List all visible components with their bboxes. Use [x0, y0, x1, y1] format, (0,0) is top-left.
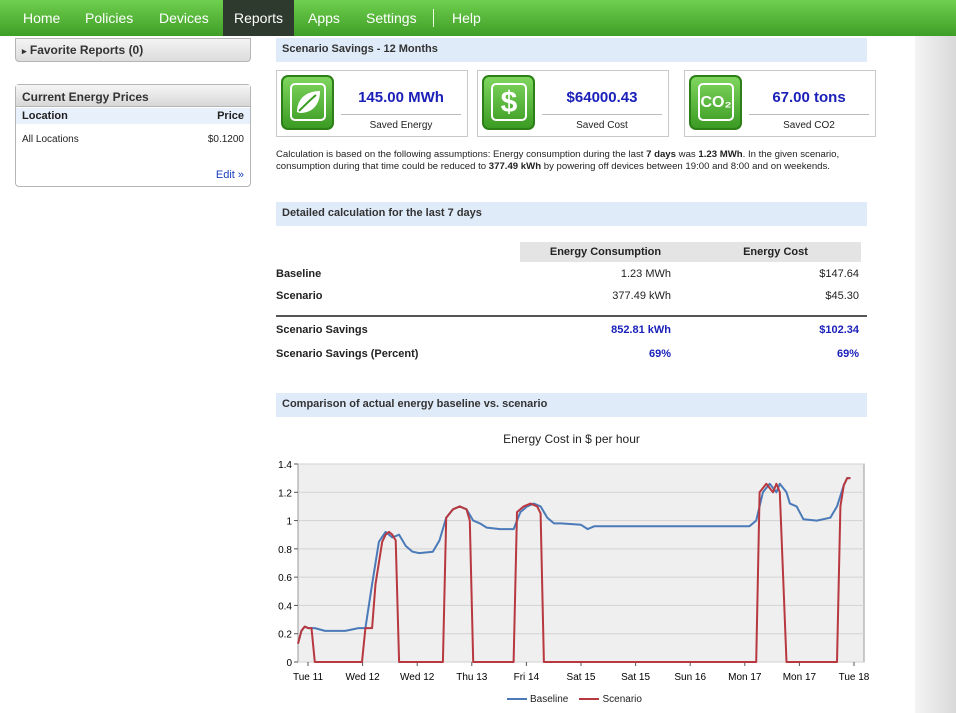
x-tick-label: Fri 14 [514, 672, 540, 683]
price-row: All Locations $0.1200 [16, 132, 250, 148]
savings-header: Scenario Savings - 12 Months [276, 38, 867, 62]
saved-energy-card: 145.00 MWh Saved Energy [276, 70, 468, 137]
y-tick-label: 0.8 [278, 545, 292, 556]
row-cost: $45.30 [825, 290, 859, 302]
co2-icon: CO₂ [689, 75, 742, 130]
y-tick-label: 0 [286, 658, 292, 669]
column-price: Price [217, 110, 244, 122]
y-tick-label: 1 [286, 517, 292, 528]
row-consumption: 1.23 MWh [620, 268, 671, 280]
y-tick-label: 1.2 [278, 488, 292, 499]
saved-cost-card: $ $64000.43 Saved Cost [477, 70, 669, 137]
x-tick-label: Tue 18 [839, 672, 870, 683]
price-location: All Locations [22, 134, 79, 145]
x-tick-label: Mon 17 [783, 672, 817, 683]
chart-legend: Baseline Scenario [507, 694, 642, 705]
nav-policies[interactable]: Policies [74, 0, 144, 36]
y-tick-label: 0.6 [278, 573, 292, 584]
row-cost: 69% [836, 348, 859, 360]
y-tick-label: 0.4 [278, 601, 292, 612]
dollar-icon: $ [482, 75, 535, 130]
comparison-header: Comparison of actual energy baseline vs.… [276, 393, 867, 417]
x-tick-label: Wed 12 [400, 672, 435, 683]
x-tick-label: Sat 15 [621, 672, 650, 683]
column-location: Location [22, 110, 68, 122]
favorite-reports-label: Favorite Reports (0) [29, 43, 144, 57]
row-consumption: 852.81 kWh [611, 324, 671, 336]
energy-prices-panel: Current Energy Prices Location Price All… [15, 84, 251, 187]
x-tick-label: Thu 13 [456, 672, 488, 683]
row-consumption: 377.49 kWh [612, 290, 671, 302]
expand-triangle-icon: ▸ [22, 46, 27, 56]
energy-cost-chart: 1.4 1.2 1 0.8 0.6 0.4 0.2 0Tue 11 Wed 12 Wed 12 Th… [278, 460, 870, 683]
saved-cost-value: $64000.43 [566, 89, 638, 106]
row-label: Scenario [276, 290, 323, 302]
legend-scenario-swatch [579, 698, 600, 701]
row-label: Scenario Savings (Percent) [276, 348, 419, 360]
nav-apps[interactable]: Apps [297, 0, 351, 36]
row-cost: $147.64 [819, 268, 859, 280]
top-nav: Home Policies Devices Reports Apps Setti… [0, 0, 956, 36]
nav-home[interactable]: Home [12, 0, 71, 36]
col-energy-consumption: Energy Consumption [520, 242, 691, 262]
nav-separator [433, 9, 434, 27]
col-energy-cost: Energy Cost [690, 242, 861, 262]
nav-devices[interactable]: Devices [148, 0, 220, 36]
favorite-reports-panel[interactable]: ▸ Favorite Reports (0) [15, 38, 251, 62]
y-tick-label: 0.2 [278, 630, 292, 641]
energy-prices-title: Current Energy Prices [16, 85, 250, 107]
right-shade [915, 36, 956, 713]
saved-energy-label: Saved Energy [341, 114, 461, 131]
row-label: Scenario Savings [276, 324, 368, 336]
legend-baseline-label: Baseline [530, 694, 569, 705]
row-label: Baseline [276, 268, 322, 280]
x-tick-label: Sat 15 [567, 672, 596, 683]
prices-column-header: Location Price [16, 108, 250, 124]
y-tick-label: 1.4 [278, 460, 292, 471]
table-row: Scenario Savings (Percent) 69% 69% [276, 346, 867, 364]
row-consumption: 69% [648, 348, 671, 360]
saved-energy-value: 145.00 MWh [358, 89, 444, 106]
nav-help[interactable]: Help [441, 0, 492, 36]
table-row: Scenario 377.49 kWh $45.30 [276, 288, 867, 306]
x-tick-label: Wed 12 [345, 672, 380, 683]
price-value: $0.1200 [207, 134, 244, 145]
assumption-text: Calculation is based on the following as… [276, 149, 840, 172]
saved-co2-label: Saved CO2 [749, 114, 869, 131]
nav-settings[interactable]: Settings [355, 0, 428, 36]
table-divider [276, 315, 867, 317]
row-cost: $102.34 [819, 324, 859, 336]
x-tick-label: Tue 11 [293, 672, 323, 683]
chart-title: Energy Cost in $ per hour [503, 432, 640, 446]
detail-header: Detailed calculation for the last 7 days [276, 202, 867, 226]
table-row: Scenario Savings 852.81 kWh $102.34 [276, 322, 867, 340]
legend-baseline-swatch [507, 698, 527, 701]
x-tick-label: Mon 17 [728, 672, 762, 683]
saved-co2-card: CO₂ 67.00 tons Saved CO2 [684, 70, 876, 137]
nav-reports[interactable]: Reports [223, 0, 295, 36]
table-row: Baseline 1.23 MWh $147.64 [276, 266, 867, 284]
edit-prices-link[interactable]: Edit » [216, 169, 244, 181]
leaf-icon [281, 75, 334, 130]
saved-co2-value: 67.00 tons [772, 89, 846, 106]
x-tick-label: Sun 16 [674, 672, 706, 683]
legend-scenario-label: Scenario [602, 694, 642, 705]
saved-cost-label: Saved Cost [542, 114, 662, 131]
